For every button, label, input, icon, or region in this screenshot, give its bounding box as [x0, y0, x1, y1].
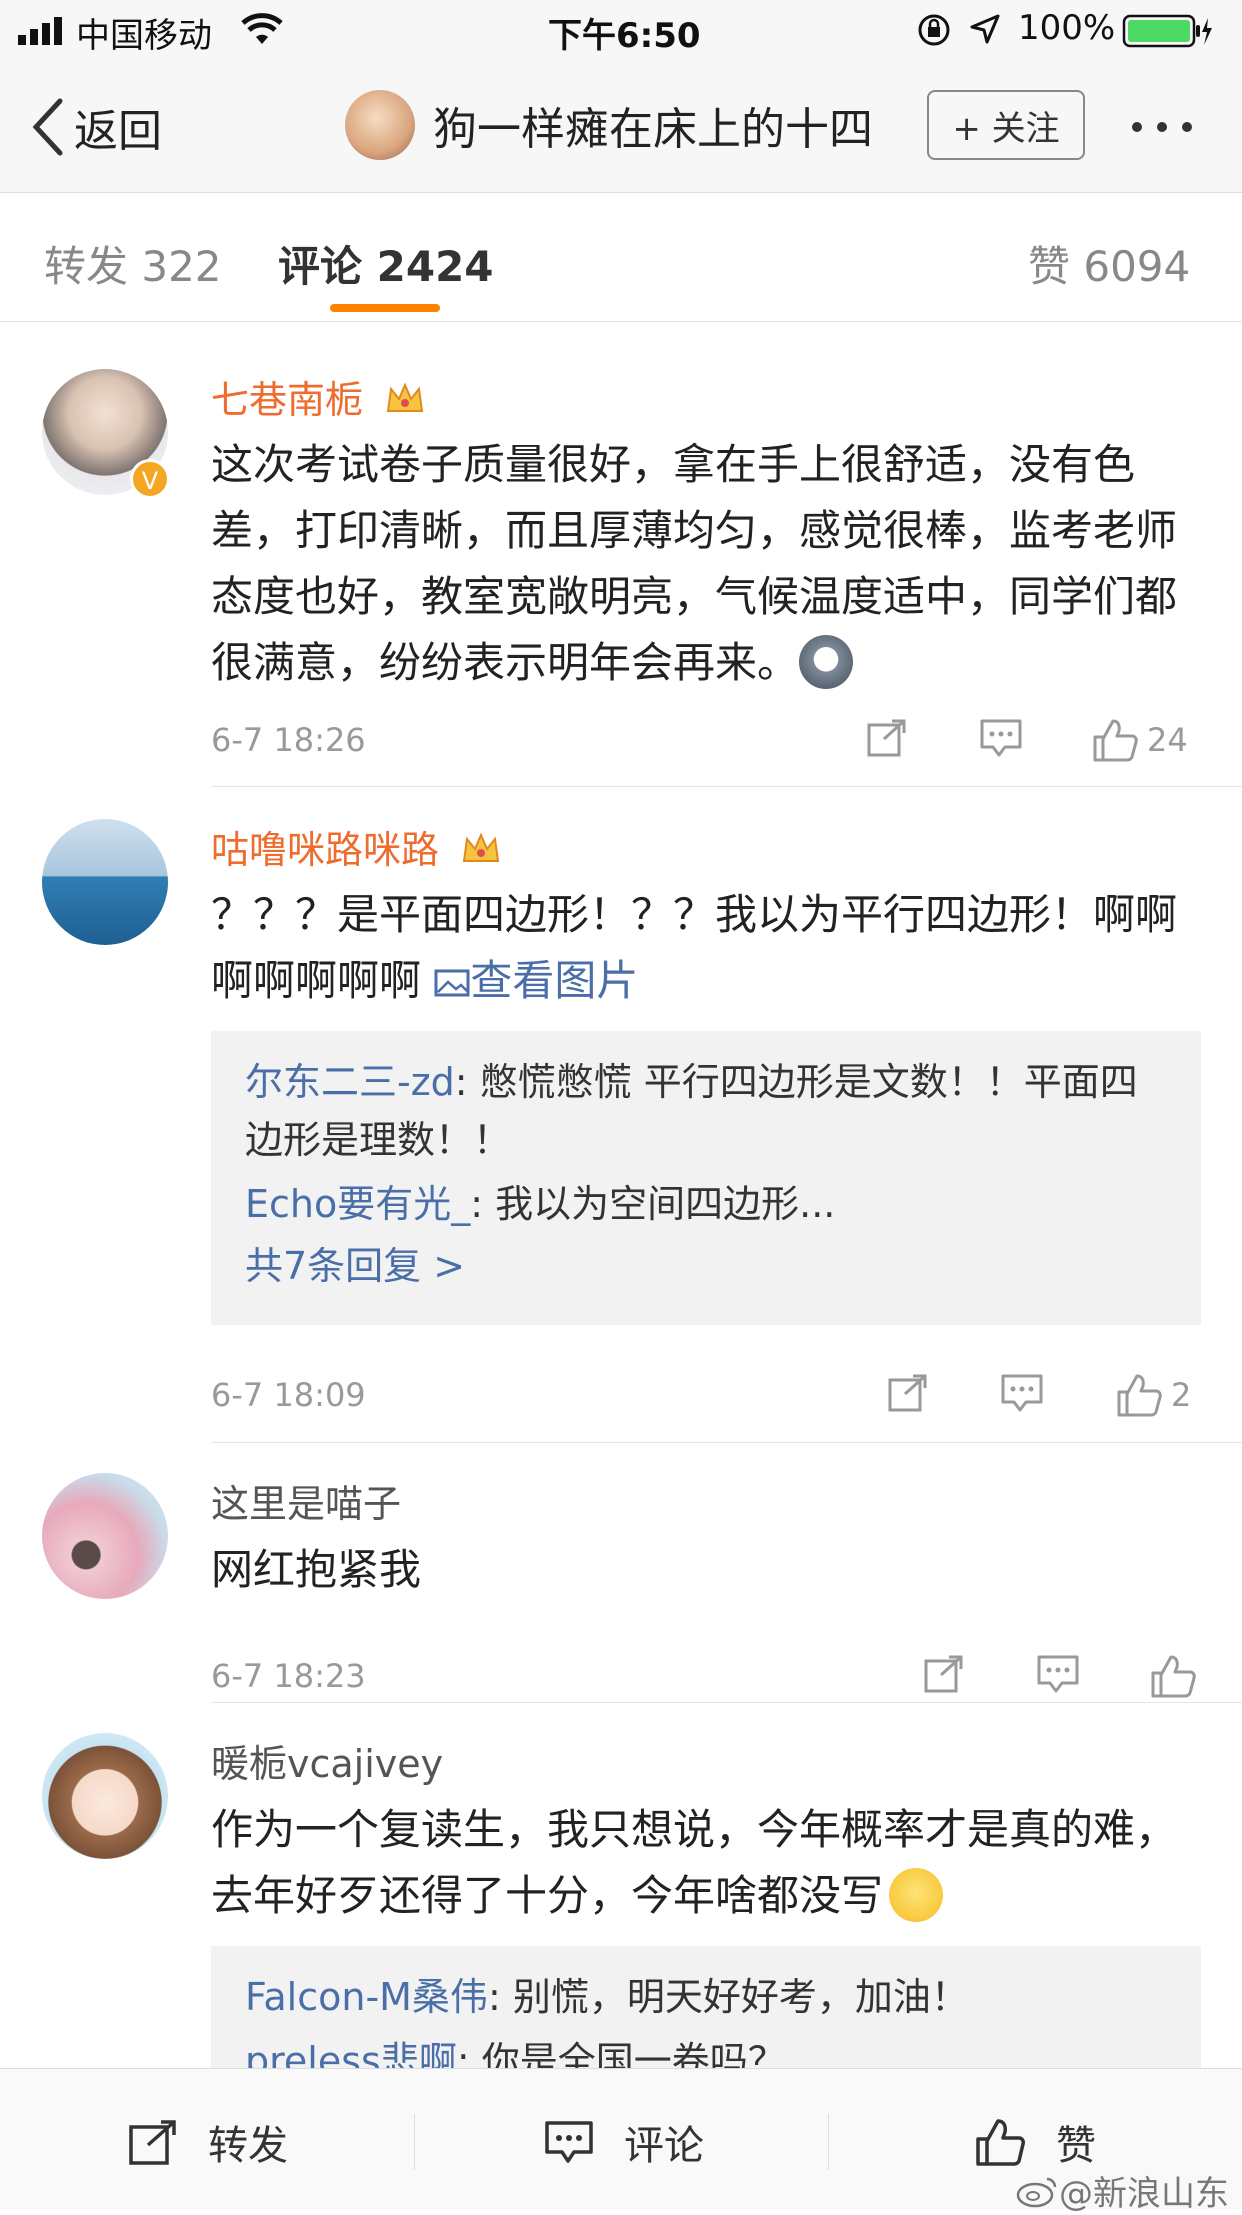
- comment-item: 暖栀vcajivey 作为一个复读生，我只想说，今年概率才是真的难，去年好歹还得…: [0, 1703, 1242, 2068]
- username[interactable]: 这里是喵子: [211, 1473, 401, 1528]
- share-icon: [129, 2120, 176, 2165]
- avatar[interactable]: [42, 819, 168, 945]
- repost-label: 转发: [208, 2123, 288, 2169]
- like-label: 赞: [1056, 2123, 1096, 2169]
- comment-body: 这次考试卷子质量很好，拿在手上很舒适，没有色差，打印清晰，而且厚薄均匀，感觉很棒…: [211, 440, 1178, 687]
- active-tab-indicator: [330, 304, 440, 312]
- tab-bar: 转发 322 评论 2424 赞 6094: [0, 193, 1242, 322]
- more-replies-link[interactable]: 共7条回复 >: [245, 1233, 1169, 1299]
- verified-badge-icon: V: [130, 459, 170, 499]
- like-button[interactable]: 赞: [974, 2113, 1096, 2171]
- view-image-label: 查看图片: [470, 956, 639, 1005]
- status-bar: 中国移动 下午6:50 100%: [0, 0, 1242, 62]
- sleepy-emoji-icon: [889, 1868, 944, 1922]
- comment-button[interactable]: 评论: [544, 2113, 704, 2171]
- username-text: 七巷南栀: [211, 378, 364, 422]
- reply-item: Echo要有光_: 我以为空间四边形...: [245, 1175, 1169, 1233]
- battery-icon: [1122, 14, 1212, 57]
- like-button[interactable]: [1149, 1653, 1197, 1699]
- share-icon[interactable]: [923, 1653, 965, 1695]
- comment-text: ？？？是平面四边形！？？我以为平行四边形！啊啊啊啊啊啊啊 查看图片: [211, 882, 1201, 1014]
- reply-item: preless悲啊: 你是全国一卷吗？: [245, 2032, 1169, 2068]
- like-button[interactable]: 24: [1091, 717, 1188, 763]
- comment-time: 6-7 18:26: [211, 721, 366, 759]
- like-count: 2: [1171, 1376, 1192, 1414]
- avatar[interactable]: [42, 1473, 168, 1599]
- comment-time: 6-7 18:23: [211, 1657, 366, 1695]
- reply-preview-box[interactable]: Falcon-M桑伟: 别慌，明天好好考，加油！ preless悲啊: 你是全国…: [211, 1946, 1201, 2068]
- reply-author[interactable]: Echo要有光_: [245, 1182, 470, 1226]
- husky-emoji-icon: [799, 635, 854, 689]
- avatar: [345, 90, 415, 160]
- tab-repost[interactable]: 转发 322: [44, 233, 222, 294]
- username[interactable]: 暖栀vcajivey: [211, 1733, 443, 1788]
- back-label: 返回: [74, 106, 162, 157]
- like-button[interactable]: 2: [1115, 1372, 1191, 1418]
- comment-meta: 6-7 18:09 2: [211, 1368, 1201, 1418]
- comment-body: ？？？是平面四边形！？？我以为平行四边形！啊啊啊啊啊啊啊: [211, 890, 1178, 1005]
- crown-icon: [386, 382, 424, 412]
- crown-icon: [462, 832, 500, 862]
- share-icon[interactable]: [866, 717, 908, 759]
- comment-item: V 七巷南栀 这次考试卷子质量很好，拿在手上很舒适，没有色差，打印清晰，而且厚薄…: [0, 337, 1242, 787]
- wifi-icon: [240, 12, 284, 55]
- thumbs-up-icon: [1151, 1655, 1196, 1698]
- share-icon[interactable]: [887, 1372, 929, 1414]
- reply-icon[interactable]: [979, 717, 1023, 759]
- reply-item: 尔东二三-zd: 憋慌憋慌 平行四边形是文数！！平面四边形是理数！！: [245, 1053, 1169, 1169]
- comment-body: 作为一个复读生，我只想说，今年概率才是真的难，去年好歹还得了十分，今年啥都没写: [211, 1805, 1178, 1920]
- username[interactable]: 咕噜咪路咪路: [211, 819, 501, 874]
- reply-icon[interactable]: [1000, 1372, 1044, 1414]
- divider: [414, 2114, 415, 2170]
- comment-time: 6-7 18:09: [211, 1376, 366, 1414]
- thumbs-up-icon: [1093, 719, 1138, 762]
- comment-text: 这次考试卷子质量很好，拿在手上很舒适，没有色差，打印清晰，而且厚薄均匀，感觉很棒…: [211, 432, 1201, 696]
- comment-text: 网红抱紧我: [211, 1545, 422, 1594]
- comment-icon: [545, 2121, 593, 2163]
- nav-bar: 返回 狗一样瘫在床上的十四 + 关注: [0, 62, 1242, 193]
- reply-text: : 我以为空间四边形...: [470, 1182, 836, 1226]
- more-icon[interactable]: [1132, 122, 1192, 132]
- view-image-link[interactable]: 查看图片: [434, 956, 638, 1005]
- username[interactable]: 七巷南栀: [211, 369, 425, 424]
- reply-icon[interactable]: [1036, 1653, 1080, 1695]
- comment-text: 作为一个复读生，我只想说，今年概率才是真的难，去年好歹还得了十分，今年啥都没写: [211, 1797, 1201, 1929]
- profile-title[interactable]: 狗一样瘫在床上的十四: [345, 90, 873, 160]
- reply-author[interactable]: Falcon-M桑伟: [245, 1975, 488, 2019]
- page-title: 狗一样瘫在床上的十四: [433, 104, 873, 155]
- signal-icon: [18, 14, 70, 54]
- battery-percent: 100%: [1018, 8, 1116, 48]
- reply-author[interactable]: 尔东二三-zd: [245, 1060, 455, 1104]
- chevron-left-icon: [32, 98, 63, 156]
- repost-button[interactable]: 转发: [128, 2113, 288, 2171]
- username-text: 咕噜咪路咪路: [211, 828, 440, 872]
- comment-item: 咕噜咪路咪路 ？？？是平面四边形！？？我以为平行四边形！啊啊啊啊啊啊啊 查看图片…: [0, 787, 1242, 1442]
- comment-meta: 6-7 18:23: [211, 1649, 1201, 1699]
- image-icon: [434, 969, 470, 997]
- carrier-label: 中国移动: [76, 16, 212, 56]
- reply-item: Falcon-M桑伟: 别慌，明天好好考，加油！: [245, 1968, 1169, 2026]
- reply-author[interactable]: preless悲啊: [245, 2039, 457, 2068]
- back-button[interactable]: 返回: [30, 94, 162, 160]
- clock: 下午6:50: [548, 16, 701, 56]
- divider: [828, 2114, 829, 2170]
- avatar[interactable]: [42, 1733, 168, 1859]
- follow-button[interactable]: + 关注: [927, 90, 1085, 160]
- tab-likes[interactable]: 赞 6094: [1028, 233, 1190, 294]
- tab-comments[interactable]: 评论 2424: [278, 233, 494, 294]
- comment-label: 评论: [624, 2123, 704, 2169]
- thumbs-up-icon: [1117, 1374, 1162, 1417]
- location-icon: [968, 12, 1002, 55]
- reply-text: : 你是全国一卷吗？: [456, 2039, 786, 2068]
- orientation-lock-icon: [916, 12, 952, 57]
- like-count: 24: [1147, 721, 1188, 759]
- thumbs-up-icon: [976, 2119, 1025, 2166]
- comment-meta: 6-7 18:26 24: [211, 713, 1201, 763]
- reply-preview-box[interactable]: 尔东二三-zd: 憋慌憋慌 平行四边形是文数！！平面四边形是理数！！ Echo要…: [211, 1031, 1201, 1325]
- comment-item: 这里是喵子 网红抱紧我 6-7 18:23: [0, 1443, 1242, 1703]
- reply-text: : 别慌，明天好好考，加油！: [487, 1975, 969, 2019]
- weibo-logo-icon: [1016, 2177, 1057, 2207]
